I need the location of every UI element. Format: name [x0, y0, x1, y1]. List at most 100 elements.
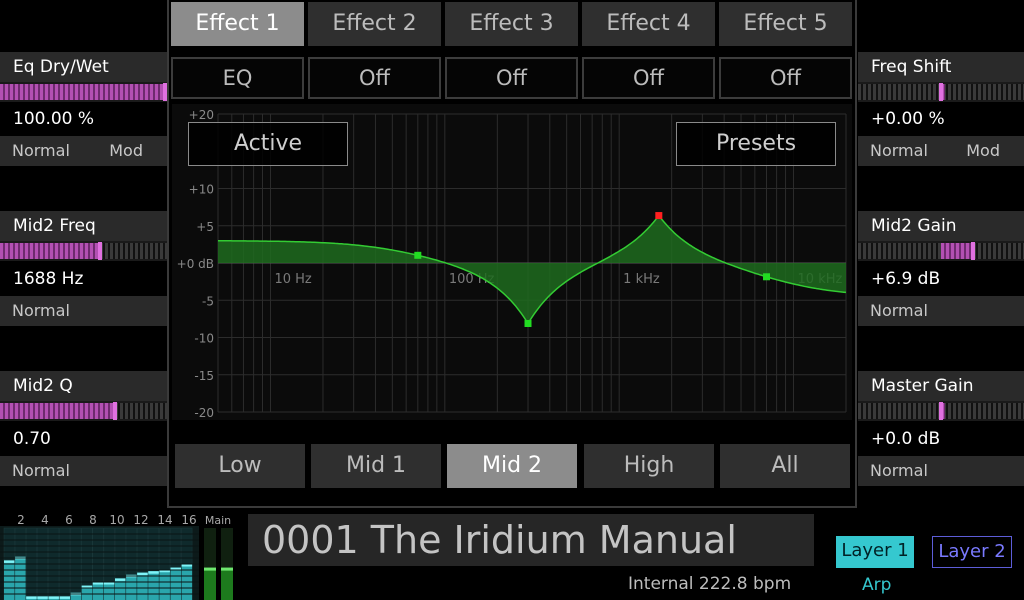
param-mid2-freq-label: Mid2 Freq	[0, 211, 167, 241]
y-tick-label: +5	[196, 220, 214, 234]
effect-slot-4[interactable]: Off	[582, 57, 715, 99]
mode-label: Normal	[12, 461, 70, 480]
freq-shift-slider[interactable]	[858, 82, 1024, 102]
meter-channel-label: 4	[41, 513, 49, 527]
mid2-gain-slider[interactable]	[858, 241, 1024, 261]
tab-effect-5[interactable]: Effect 5	[719, 2, 852, 46]
tab-effect-4[interactable]: Effect 4	[582, 2, 715, 46]
slider-handle[interactable]	[113, 402, 118, 420]
meter-channel-level	[159, 569, 170, 600]
tempo-readout[interactable]: Internal 222.8 bpm	[628, 574, 791, 594]
y-tick-label: -15	[194, 369, 214, 383]
eq-response-area	[218, 216, 846, 324]
tab-effect-2[interactable]: Effect 2	[308, 2, 441, 46]
mod-button[interactable]: Mod	[109, 136, 143, 166]
tab-effect-3[interactable]: Effect 3	[445, 2, 578, 46]
effect-slot-3[interactable]: Off	[445, 57, 578, 99]
meter-channel-peak	[148, 571, 159, 574]
slider-fill	[0, 403, 116, 419]
mid2-freq-value: 1688 Hz	[13, 269, 84, 289]
meter-channel-peak	[26, 596, 37, 599]
meter-channel-peak	[37, 596, 48, 599]
mid2-freq-mode[interactable]: Normal	[0, 296, 167, 326]
band-all-button[interactable]: All	[720, 444, 850, 488]
y-tick-label: +10	[189, 183, 214, 197]
meter-channel-label: 2	[17, 513, 25, 527]
meter-channel-peak	[48, 596, 59, 599]
y-tick-label: +0 dB	[177, 257, 214, 271]
meter-channel-label: 16	[181, 513, 196, 527]
meter-channel-peak	[137, 572, 148, 576]
mid2-q-value: 0.70	[13, 429, 51, 449]
effect-slot-5[interactable]: Off	[719, 57, 852, 99]
param-mid2-q-label: Mid2 Q	[0, 371, 167, 401]
meter-channel-level	[92, 582, 104, 600]
main-meter-level	[221, 567, 233, 600]
mode-label: Normal	[870, 141, 928, 160]
channel-meters: 2 4 6 8 10 12 14 16 Main	[0, 513, 233, 600]
y-tick-label: -5	[202, 294, 214, 308]
mode-label: Normal	[12, 301, 70, 320]
effect-slot-2[interactable]: Off	[308, 57, 441, 99]
meter-channel-label: 12	[133, 513, 148, 527]
eq-dry-wet-slider[interactable]	[0, 82, 167, 102]
band-high-button[interactable]: High	[584, 444, 714, 488]
mod-button[interactable]: Mod	[966, 136, 1000, 166]
meter-channel-level	[170, 567, 181, 600]
presets-button[interactable]: Presets	[676, 122, 836, 166]
tab-effect-1[interactable]: Effect 1	[171, 2, 304, 46]
effect-slot-1[interactable]: EQ	[171, 57, 304, 99]
eq-node-low[interactable]	[414, 251, 422, 259]
meter-main-label: Main	[205, 514, 231, 527]
active-button[interactable]: Active	[188, 122, 348, 166]
param-freq-shift-label: Freq Shift	[858, 52, 1024, 82]
freq-label: 10 Hz	[274, 272, 311, 287]
freq-shift-mode[interactable]: Normal Mod	[858, 136, 1024, 166]
patch-name[interactable]: 0001 The Iridium Manual	[262, 515, 737, 565]
slider-handle[interactable]	[970, 242, 975, 260]
meter-channel-label: 14	[157, 513, 172, 527]
mid2-q-mode[interactable]: Normal	[0, 456, 167, 486]
mid2-freq-slider[interactable]	[0, 241, 167, 261]
meter-channel-peak	[59, 596, 70, 599]
slider-handle[interactable]	[939, 83, 943, 101]
mid2-gain-value: +6.9 dB	[871, 269, 941, 289]
param-eq-dry-wet-label: Eq Dry/Wet	[0, 52, 167, 82]
mode-label: Normal	[870, 461, 928, 480]
mid2-q-slider[interactable]	[0, 401, 167, 421]
param-mid2-gain-label: Mid2 Gain	[858, 211, 1024, 241]
band-mid2-button[interactable]: Mid 2	[447, 444, 577, 488]
eq-dry-wet-mode[interactable]: Normal Mod	[0, 136, 167, 166]
band-mid1-button[interactable]: Mid 1	[311, 444, 441, 488]
main-meter-peak	[204, 567, 216, 571]
eq-node-high[interactable]	[763, 273, 771, 281]
meter-channel-peak	[115, 578, 126, 581]
slider-fill	[0, 84, 167, 100]
eq-node-mid2[interactable]	[655, 212, 663, 220]
main-meter-peak	[221, 567, 233, 571]
eq-dry-wet-value: 100.00 %	[13, 109, 95, 129]
meter-channel-level	[126, 574, 137, 600]
meter-channel-level	[137, 572, 148, 600]
main-meter-level	[204, 567, 216, 600]
band-low-button[interactable]: Low	[175, 444, 305, 488]
eq-node-mid1[interactable]	[524, 319, 532, 327]
mode-label: Normal	[12, 141, 70, 160]
master-gain-mode[interactable]: Normal	[858, 456, 1024, 486]
slider-handle[interactable]	[98, 242, 103, 260]
y-tick-label: -10	[194, 332, 214, 346]
meter-channel-label: 6	[65, 513, 73, 527]
freq-label: 1 kHz	[623, 272, 660, 287]
slider-fill	[0, 243, 101, 259]
layer-2-button[interactable]: Layer 2	[932, 536, 1012, 568]
slider-handle[interactable]	[939, 402, 943, 420]
layer-1-button[interactable]: Layer 1	[836, 536, 914, 568]
param-master-gain-label: Master Gain	[858, 371, 1024, 401]
master-gain-value: +0.0 dB	[871, 429, 941, 449]
master-gain-slider[interactable]	[858, 401, 1024, 421]
y-tick-label: +20	[189, 108, 214, 122]
level-meters: 2 4 6 8 10 12 14 16 Main	[0, 510, 238, 600]
mid2-gain-mode[interactable]: Normal	[858, 296, 1024, 326]
mode-label: Normal	[870, 301, 928, 320]
arp-label[interactable]: Arp	[862, 575, 891, 595]
